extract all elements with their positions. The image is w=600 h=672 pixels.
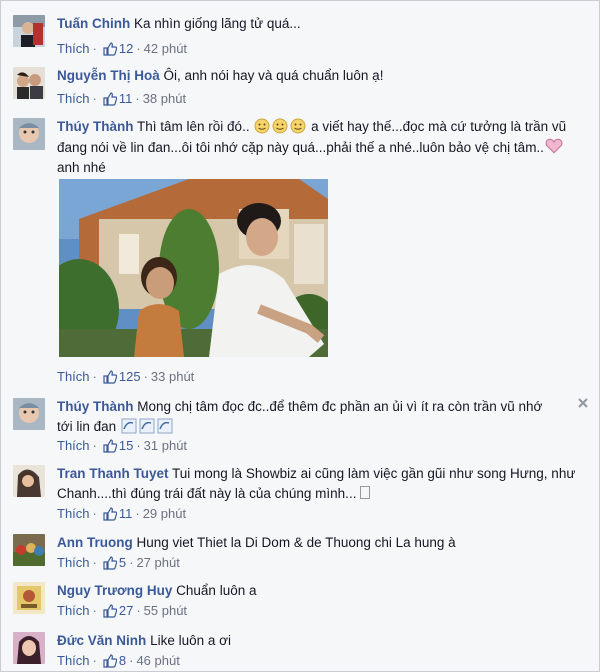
comment-meta: Thích · 27 · 55 phút [57,603,188,618]
like-count[interactable]: 125 [119,369,141,384]
thumbs-up-icon [103,507,117,521]
smiley-icon [272,118,288,134]
comment-body: Nguyễn Thị Hoà Ôi, anh nói hay và quá ch… [57,66,585,86]
comment-text-continued: a viết hay thế...đọc mà cứ tưởng là trần… [57,119,567,155]
comment-body: Ann Truong Hung viet Thiet la Di Dom & d… [57,533,585,553]
comment-meta: Thích · 11 · 38 phút [57,91,187,106]
comment-time[interactable]: 29 phút [143,506,186,521]
comment-author[interactable]: Thúy Thành [57,119,134,134]
comment-body: Tran Thanh Tuyet Tui mong là Showbiz ai … [57,464,585,504]
close-icon[interactable] [577,397,589,409]
thumbs-up-icon [103,42,117,56]
thumbs-up-icon [103,92,117,106]
like-count[interactable]: 11 [119,91,133,106]
avatar[interactable] [13,582,45,614]
comment-meta: Thích · 11 · 29 phút [57,506,187,521]
like-link[interactable]: Thích [57,653,90,668]
comment-text-end: anh nhé [57,160,106,175]
like-link[interactable]: Thích [57,91,90,106]
comment-text: Ka nhìn giống lãng tử quá... [134,16,301,31]
comment-time[interactable]: 38 phút [143,91,186,106]
comment-author[interactable]: Ann Truong [57,535,133,550]
avatar[interactable] [13,632,45,664]
comment-body: Tuấn Chinh Ka nhìn giống lãng tử quá... [57,14,585,34]
unknown-glyph-icon [360,486,371,499]
comment-time[interactable]: 55 phút [144,603,187,618]
comment-meta: Thích · 15 · 31 phút [57,438,188,453]
comment-author[interactable]: Nguy Trương Huy [57,583,172,598]
comment-text: Chuẩn luôn a [176,583,257,598]
comment-author[interactable]: Thúy Thành [57,399,134,414]
thumbs-up-icon [103,654,117,668]
comment-meta: Thích · 5 · 27 phút [57,555,180,570]
avatar[interactable] [13,15,45,47]
comment-text: Hung viet Thiet la Di Dom & de Thuong ch… [136,535,456,550]
heart-icon [545,138,563,154]
comment-list: Tuấn Chinh Ka nhìn giống lãng tử quá... … [0,0,600,672]
comment-body: Nguy Trương Huy Chuẩn luôn a [57,581,585,601]
like-count[interactable]: 5 [119,555,126,570]
comment-author[interactable]: Đức Văn Ninh [57,633,146,648]
comment-time[interactable]: 31 phút [144,438,187,453]
comment-author[interactable]: Tuấn Chinh [57,16,130,31]
comment-body: Đức Văn Ninh Like luôn a ơi [57,631,585,651]
comment-author[interactable]: Tran Thanh Tuyet [57,466,169,481]
like-link[interactable]: Thích [57,506,90,521]
avatar[interactable] [13,465,45,497]
comment-meta: Thích · 125 · 33 phút [57,369,195,384]
smiley-icon [290,118,306,134]
like-count[interactable]: 11 [119,506,133,521]
comment-body: Thúy Thành Thì tâm lên rồi đó.. a viết h… [57,117,585,178]
comment-text: Ôi, anh nói hay và quá chuẩn luôn ạ! [163,68,384,83]
like-count[interactable]: 8 [119,653,126,668]
comment-meta: Thích · 12 · 42 phút [57,41,188,56]
comment-time[interactable]: 33 phút [151,369,194,384]
avatar[interactable] [13,398,45,430]
like-count[interactable]: 12 [119,41,133,56]
comment-time[interactable]: 42 phút [144,41,187,56]
wave-emoji-icon [139,418,155,434]
thumbs-up-icon [103,370,117,384]
smiley-icon [254,118,270,134]
like-link[interactable]: Thích [57,603,90,618]
thumbs-up-icon [103,439,117,453]
comment-text: Thì tâm lên rồi đó.. [137,119,250,134]
like-link[interactable]: Thích [57,41,90,56]
comment-text: Like luôn a ơi [150,633,231,648]
like-count[interactable]: 15 [119,438,133,453]
comment-photo[interactable] [59,179,328,357]
avatar[interactable] [13,534,45,566]
comment-time[interactable]: 46 phút [136,653,179,668]
wave-emoji-icon [157,418,173,434]
like-count[interactable]: 27 [119,603,133,618]
like-link[interactable]: Thích [57,369,90,384]
wave-emoji-icon [121,418,137,434]
thumbs-up-icon [103,604,117,618]
comment-meta: Thích · 8 · 46 phút [57,653,180,668]
like-link[interactable]: Thích [57,438,90,453]
comment-author[interactable]: Nguyễn Thị Hoà [57,68,160,83]
comment-body: Thúy Thành Mong chị tâm đọc đc..để thêm … [57,397,561,437]
avatar[interactable] [13,118,45,150]
like-link[interactable]: Thích [57,555,90,570]
thumbs-up-icon [103,556,117,570]
comment-time[interactable]: 27 phút [136,555,179,570]
avatar[interactable] [13,67,45,99]
